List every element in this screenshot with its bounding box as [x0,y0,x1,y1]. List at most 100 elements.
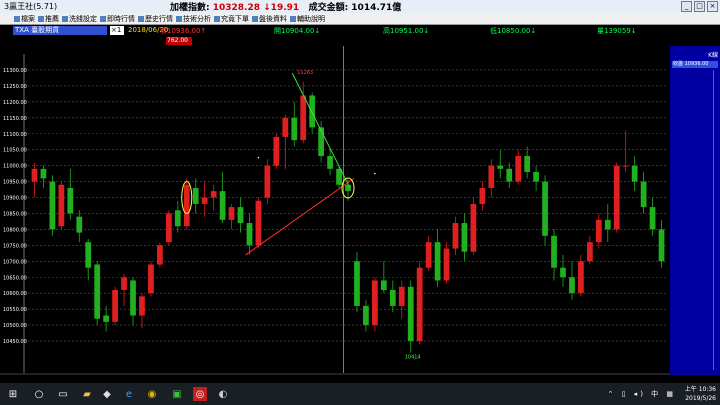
candle-body [264,165,271,198]
candle-body [139,296,145,316]
candle-body [76,216,83,233]
chrome-icon[interactable]: ◉ [145,387,159,401]
menu-item-label: 技術分析 [183,14,211,23]
multiplier-select[interactable]: ×1 [110,26,124,35]
line-icon[interactable]: ▣ [170,387,184,401]
candle-body [515,156,522,182]
candle-body [425,242,432,268]
candle-body [291,117,298,141]
candle-body [434,242,441,281]
candle-body [578,261,584,294]
menu-item-5[interactable]: 技術分析 [176,14,211,24]
menu-item-label: 檔案 [21,14,35,23]
candle-body [398,286,405,306]
candle-body [613,165,620,230]
y-tick-label: 11200.00 [3,100,27,106]
candlestick-chart[interactable]: 11300.00 11250.00 11200.00 11150.00 11100.00… [0,46,670,375]
system-tray[interactable]: ⌃ ▯ ◂) 中 ▦ [608,389,676,399]
menu-icon [138,15,144,22]
candle-body [40,168,47,179]
candle-body [461,223,468,252]
menu-icon [214,15,220,22]
candle-body [569,277,575,294]
candle-body [255,200,262,246]
app-icon[interactable]: ◐ [216,387,230,401]
candle-body [604,219,611,230]
menu-item-3[interactable]: 即時行情 [100,14,135,24]
candle-body [533,172,539,182]
candle-body [488,165,495,188]
menu-item-label: 輔助說明 [297,14,325,23]
marker-dot [257,156,260,159]
candle-body [112,290,118,322]
candle-body [300,95,307,141]
candle-body [165,213,172,243]
legend-close: 收盤 10936.00 [672,61,718,68]
low-price: 低10850.00↓ [490,27,537,35]
y-tick-label: 11150.00 [3,116,27,122]
candle-body [273,136,280,166]
file-explorer-icon[interactable]: ▰ [80,387,94,401]
candle-body [174,210,181,227]
x-axis-bar [0,373,670,375]
menu-item-2[interactable]: 洗錢設定 [62,14,97,24]
menu-item-7[interactable]: 盤後資料 [252,14,287,24]
clock[interactable]: 上午 10:36 2019/5/26 [685,385,716,403]
menu-item-0[interactable]: 檔案 [14,14,35,24]
edge-icon[interactable]: e [122,387,136,401]
candle-body [67,187,74,214]
menu-item-label: 即時行情 [107,14,135,23]
turnover-label: 成交金額: [308,3,352,13]
menu-item-1[interactable]: 推薦 [38,14,59,24]
close-button[interactable]: × [707,1,718,12]
search-icon[interactable]: ○ [32,387,46,401]
y-tick-label: 10850.00 [3,211,27,217]
candle-body [640,181,647,208]
candle-body [49,181,56,230]
low-annotation: 10414 [405,355,421,361]
high-annotation: 11263 [297,70,313,76]
candle-body [282,117,289,137]
symbol-select[interactable]: TXA 臺股期貨 [13,26,107,35]
trading-app-icon[interactable]: ◎ [193,387,207,401]
maximize-button[interactable]: □ [694,1,705,12]
index-change: ↓19.91 [263,3,300,13]
menu-icon [252,15,258,22]
candle-body [103,315,110,322]
candle-body [121,277,127,291]
y-tick-label: 10950.00 [3,180,27,186]
candle-body [497,165,504,169]
store-icon[interactable]: ◆ [100,387,114,401]
open-price: 開10904.00↓ [274,27,321,35]
candle-body [506,168,513,182]
candle-body [524,156,531,173]
y-tick-label: 10700.00 [3,259,27,265]
k-line-label: K線 [708,52,718,59]
menu-item-label: 洗錢設定 [69,14,97,23]
y-tick-label: 10800.00 [3,227,27,233]
menu-icon [14,15,20,22]
menu-item-4[interactable]: 歷史行情 [138,14,173,24]
turnover-value: 1014.71億 [351,3,402,13]
menu-item-label: 究竟下單 [221,14,249,23]
task-view-icon[interactable]: ▭ [56,387,70,401]
candle-body [595,219,602,243]
y-tick-label: 10500.00 [3,323,27,329]
vertical-scrollbar[interactable] [713,70,719,370]
index-label: 加權指數: [170,3,213,13]
candle-body [363,305,369,326]
candle-body [183,184,190,227]
menu-item-8[interactable]: 輔助說明 [290,14,325,24]
menu-icon [38,15,44,22]
minimize-button[interactable]: _ [681,1,692,12]
window-controls: _ □ × [681,1,718,12]
y-tick-label: 11000.00 [3,164,27,170]
menu-item-6[interactable]: 究竟下單 [214,14,249,24]
candle-body [192,187,199,204]
y-tick-label: 11100.00 [3,132,27,138]
candle-body [157,245,163,265]
y-tick-label: 10750.00 [3,243,27,249]
candle-body [443,248,450,281]
candle-body [246,223,253,246]
windows-start-icon[interactable]: ⊞ [6,387,20,401]
